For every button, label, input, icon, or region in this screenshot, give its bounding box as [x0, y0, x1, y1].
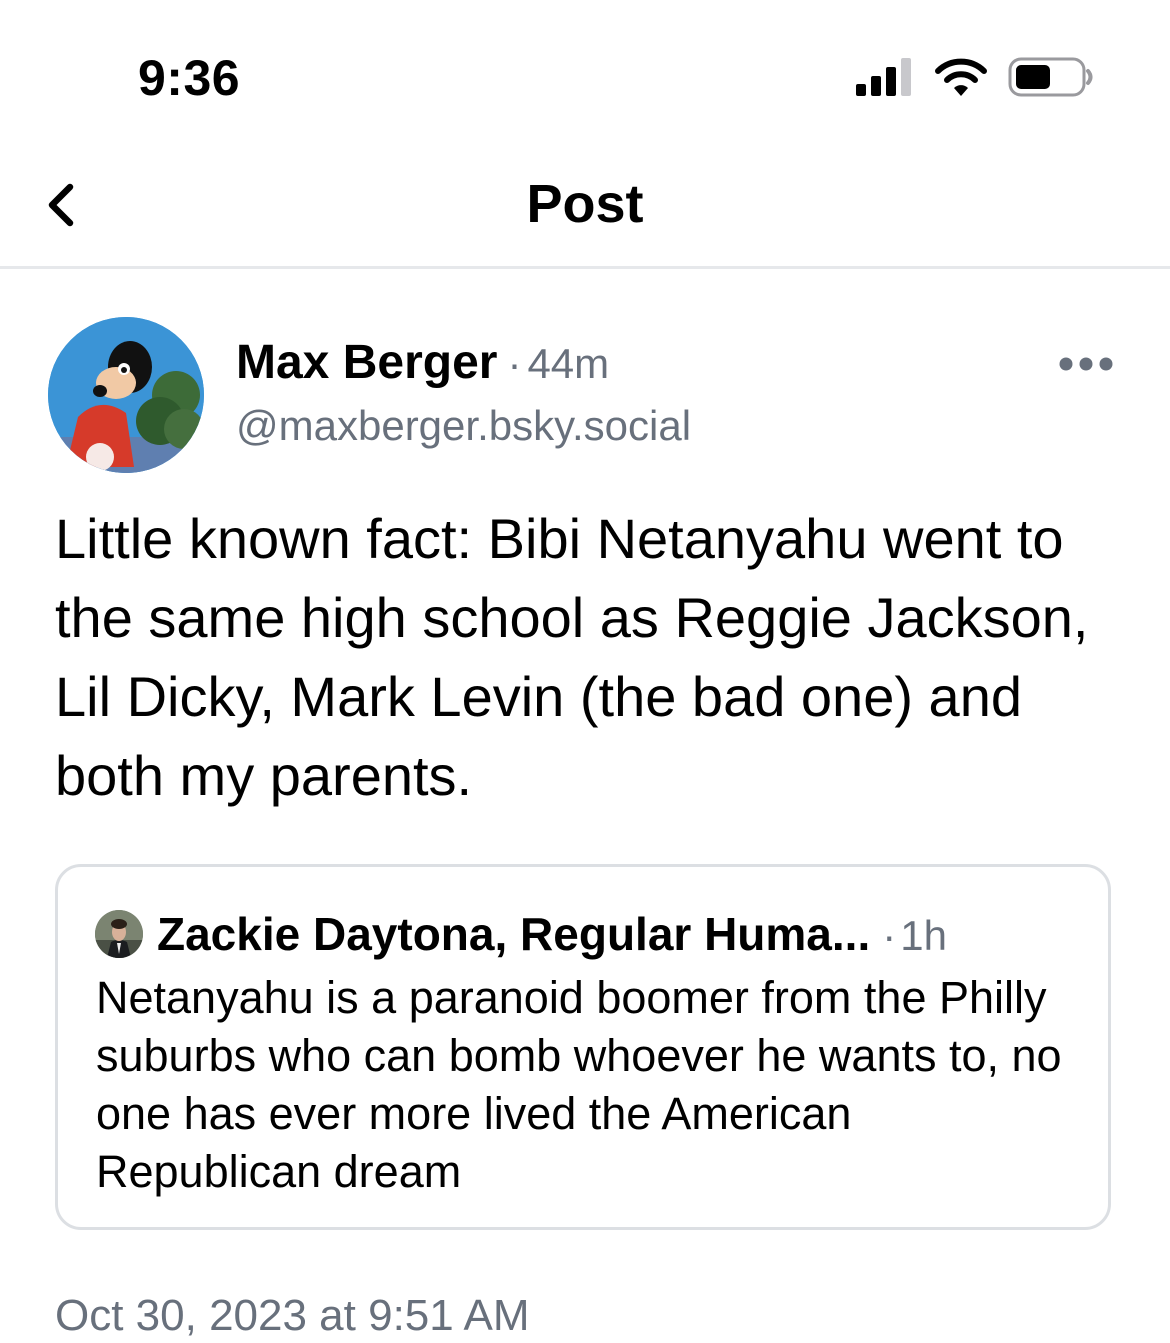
post: Max Berger · 44m @maxberger.bsky.social Li…	[0, 269, 1170, 1340]
nav-header: Post	[0, 150, 1170, 269]
quote-author-avatar-image	[95, 910, 143, 958]
author-name[interactable]: Max Berger	[236, 336, 497, 389]
quote-header: Zackie Daytona, Regular Huma... ·1h	[157, 905, 947, 975]
post-age: 44m	[527, 340, 610, 387]
avatar[interactable]	[48, 317, 204, 473]
status-bar: 9:36	[0, 0, 1170, 150]
quote-age: 1h	[900, 912, 947, 959]
battery-icon	[1008, 57, 1093, 97]
page-title: Post	[526, 174, 644, 234]
quote-author-name: Zackie Daytona, Regular Huma...	[157, 908, 871, 960]
author-avatar-image	[48, 317, 204, 473]
wifi-icon	[935, 58, 987, 96]
quote-avatar	[95, 910, 143, 958]
author-handle[interactable]: @maxberger.bsky.social	[236, 401, 691, 451]
cellular-signal-icon	[856, 58, 911, 96]
ellipsis-icon[interactable]	[1056, 349, 1116, 379]
quote-text: Netanyahu is a paranoid boomer from the …	[96, 972, 1062, 1197]
author-line: Max Berger · 44m	[236, 335, 609, 402]
status-time: 9:36	[138, 50, 241, 106]
post-timestamp: Oct 30, 2023 at 9:51 AM	[55, 1291, 530, 1340]
quote-post-card[interactable]: Zackie Daytona, Regular Huma... ·1h Netan…	[55, 864, 1111, 1230]
meta-separator: ·	[507, 340, 522, 387]
quote-meta-separator: ·	[882, 912, 897, 959]
post-text: Little known fact: Bibi Netanyahu went t…	[55, 507, 1089, 807]
